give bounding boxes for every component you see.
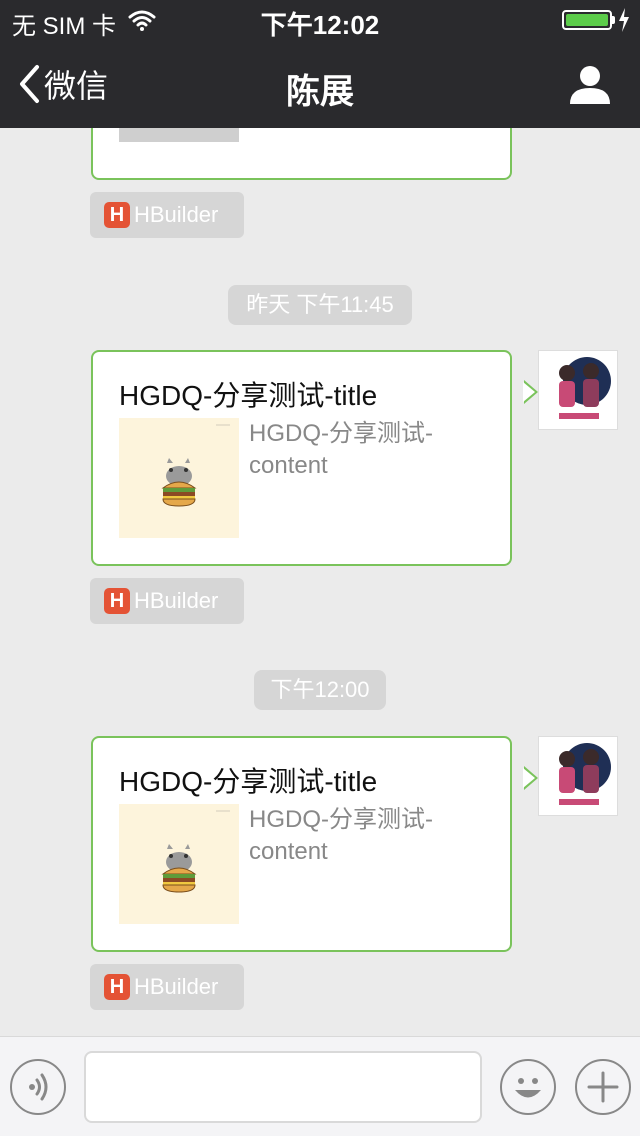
- message-input[interactable]: [84, 1051, 482, 1123]
- card-content: HGDQ-分享测试-content: [249, 420, 433, 479]
- share-card[interactable]: HGDQ-分享测试-title HGDQ-分享测试-content: [91, 350, 538, 566]
- burger-cat-image: [161, 810, 230, 893]
- source-label: HBuilder: [134, 974, 219, 999]
- emoji-button[interactable]: [500, 1059, 556, 1115]
- voice-icon: [29, 1073, 48, 1101]
- burger-cat-image: [161, 424, 230, 507]
- emoji-icon: [515, 1078, 541, 1098]
- battery-icon: [562, 10, 612, 30]
- battery-tip: [612, 16, 615, 24]
- card-thumbnail: [119, 128, 239, 142]
- navigation-bar: 微信 陈展: [0, 40, 640, 128]
- avatar-image: [539, 351, 617, 429]
- status-bar: 无 SIM 卡 下午12:02: [0, 0, 640, 40]
- profile-icon[interactable]: [568, 64, 612, 104]
- source-badge[interactable]: HBuilder: [90, 578, 244, 624]
- timestamp: 昨天 下午11:45: [228, 285, 412, 325]
- voice-button[interactable]: [10, 1059, 66, 1115]
- back-button[interactable]: 微信: [18, 62, 108, 106]
- source-badge[interactable]: HBuilder: [90, 192, 244, 238]
- card-thumbnail: [119, 804, 239, 924]
- chevron-left-icon: [20, 65, 39, 103]
- source-label: HBuilder: [134, 588, 219, 613]
- card-thumbnail: [119, 418, 239, 538]
- plus-button[interactable]: [575, 1059, 631, 1115]
- avatar-image: [539, 737, 617, 815]
- timestamp: 下午12:00: [254, 670, 386, 710]
- share-card[interactable]: HGDQ-分享测试-title HGDQ-分享测试-content: [91, 736, 538, 952]
- card-content: HGDQ-分享测试-content: [249, 806, 433, 865]
- card-title: HGDQ-分享测试-title: [119, 380, 378, 411]
- source-badge[interactable]: HBuilder: [90, 964, 244, 1010]
- status-time: 下午12:02: [260, 10, 380, 40]
- chat-area[interactable]: HBuilder 昨天 下午11:45 HGDQ-分享测试-title HGDQ…: [0, 128, 640, 1036]
- card-title: HGDQ-分享测试-title: [119, 766, 378, 797]
- hbuilder-icon: [104, 974, 130, 1000]
- hbuilder-icon: [104, 588, 130, 614]
- charging-icon: [619, 8, 629, 32]
- share-card[interactable]: [91, 128, 512, 180]
- avatar[interactable]: [538, 736, 618, 816]
- plus-icon: [587, 1071, 619, 1103]
- input-bar: [0, 1036, 640, 1136]
- back-label: 微信: [44, 68, 109, 104]
- source-label: HBuilder: [134, 202, 219, 227]
- avatar[interactable]: [538, 350, 618, 430]
- top-bar: 无 SIM 卡 下午12:02 微信 陈展: [0, 0, 640, 128]
- hbuilder-icon: [104, 202, 130, 228]
